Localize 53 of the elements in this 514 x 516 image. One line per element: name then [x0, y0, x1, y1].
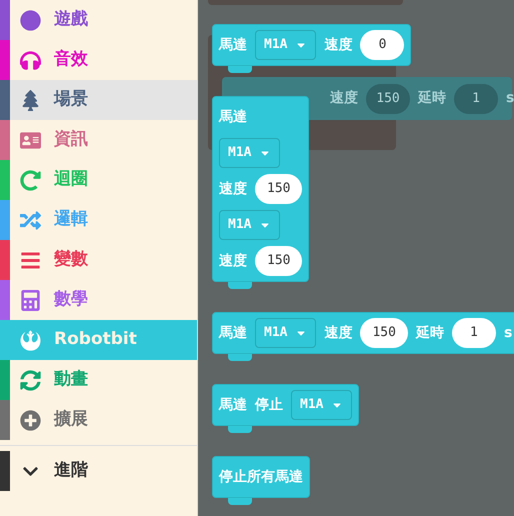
- number-input[interactable]: 150: [360, 318, 408, 348]
- category-item[interactable]: 資訊: [0, 120, 197, 160]
- bars-icon: [20, 250, 41, 270]
- number-input[interactable]: 1: [452, 318, 496, 348]
- tree-icon: [20, 90, 41, 110]
- motor-dropdown[interactable]: M1A: [219, 210, 280, 240]
- block-label: 速度: [219, 252, 247, 270]
- redo-arrow-icon: [20, 170, 41, 190]
- motor-dropdown[interactable]: M1A: [291, 390, 352, 420]
- block-label: 速度: [330, 88, 358, 108]
- category-item[interactable]: 場景: [0, 80, 197, 120]
- headphones-icon: [20, 50, 41, 70]
- block-label: 延時: [416, 324, 444, 342]
- category-item[interactable]: 邏輯: [0, 200, 197, 240]
- block-label: 馬達: [219, 36, 247, 54]
- block-label: 速度: [219, 180, 247, 198]
- code-block[interactable]: 停止所有馬達: [212, 456, 310, 498]
- block-label: 速度: [324, 324, 352, 342]
- advanced-item[interactable]: 進階: [0, 451, 197, 491]
- shuffle-icon: [20, 210, 41, 230]
- category-item[interactable]: 遊戲: [0, 0, 197, 40]
- category-item[interactable]: 動畫: [0, 360, 197, 400]
- category-item[interactable]: 迴圈: [0, 160, 197, 200]
- block-label: 馬達: [219, 108, 247, 126]
- block-label: 速度: [324, 36, 352, 54]
- code-block[interactable]: 馬達 停止 M1A: [212, 384, 360, 426]
- code-block[interactable]: 馬達 M1A 速度 0: [212, 24, 412, 66]
- block-label: 停止所有馬達: [219, 468, 303, 486]
- block-label: 延時: [418, 89, 446, 108]
- number-input[interactable]: 150: [255, 246, 302, 276]
- sync-arrows-icon: [20, 370, 41, 390]
- emblem-icon: [20, 330, 41, 350]
- block-label: 馬達: [219, 396, 247, 414]
- code-block[interactable]: 馬達 M1A 速度 150 延時 1 s: [212, 312, 514, 354]
- motor-dropdown[interactable]: M1A: [255, 30, 316, 60]
- number-input[interactable]: 0: [360, 30, 404, 60]
- block-label: 停止: [255, 396, 283, 414]
- category-item[interactable]: 變數: [0, 240, 197, 280]
- block-label: s: [506, 89, 514, 108]
- number-input[interactable]: 150: [255, 174, 302, 204]
- number-input[interactable]: 150: [366, 84, 410, 114]
- motor-dropdown[interactable]: M1A: [255, 318, 316, 348]
- id-card-icon: [20, 130, 41, 150]
- circle-icon: [20, 10, 41, 30]
- calculator-icon: [20, 290, 41, 310]
- category-item[interactable]: 音效: [0, 40, 197, 80]
- category-item[interactable]: 擴展: [0, 400, 197, 440]
- block-label: 馬達: [219, 324, 247, 342]
- block-label: s: [504, 324, 512, 342]
- code-block[interactable]: 馬達 M1A 速度 150 M1A 速度 150: [212, 96, 310, 282]
- number-input[interactable]: 1: [454, 84, 498, 114]
- category-item[interactable]: 數學: [0, 280, 197, 320]
- motor-dropdown[interactable]: M1A: [219, 138, 280, 168]
